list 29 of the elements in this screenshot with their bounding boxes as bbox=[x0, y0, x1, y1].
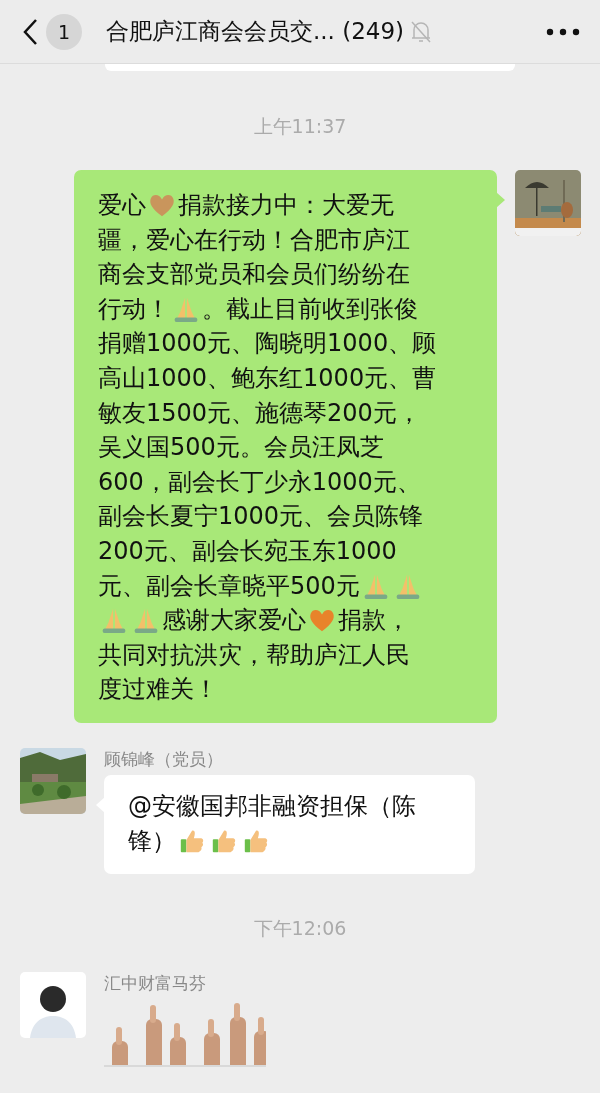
message-text: 副会长夏宁1000元、会员陈锋 bbox=[98, 501, 424, 533]
message-text: @安徽国邦非融资担保（陈 bbox=[128, 790, 416, 822]
message-text: 锋） bbox=[128, 825, 176, 857]
more-icon[interactable] bbox=[546, 27, 580, 36]
message-text: 疆，爱心在行动！合肥市庐江 bbox=[98, 224, 410, 256]
message-text: 高山1000、鲍东红1000元、曹 bbox=[98, 362, 437, 394]
message-text: 200元、副会长宛玉东1000 bbox=[98, 535, 397, 567]
message-text: 行动！ bbox=[98, 293, 170, 325]
message-text: 度过难关！ bbox=[98, 674, 218, 706]
message-text: 600，副会长丁少永1000元、 bbox=[98, 466, 421, 498]
sender-name: 顾锦峰（党员） bbox=[104, 747, 224, 771]
message-text: 。截止目前收到张俊 bbox=[202, 293, 418, 325]
sender-name: 汇中财富马芬 bbox=[104, 972, 207, 996]
message-text: 捐款接力中：大爱无 bbox=[178, 190, 394, 221]
chat-title: 合肥庐江商会会员交... (249) bbox=[106, 17, 405, 46]
message-text: 共同对抗洪灾，帮助庐江人民 bbox=[98, 639, 410, 671]
message-text: 捐赠1000元、陶晓明1000、顾 bbox=[98, 328, 437, 360]
message-text: 爱心 bbox=[98, 190, 146, 221]
message-text: 感谢大家爱心 bbox=[162, 605, 306, 637]
message-text: 商会支部党员和会员们纷纷在 bbox=[98, 259, 410, 291]
avatar[interactable] bbox=[20, 972, 86, 1039]
unread-count: 1 bbox=[46, 13, 82, 50]
message-text: 捐款， bbox=[338, 605, 410, 637]
message-text: 敏友1500元、施德琴200元， bbox=[98, 397, 421, 429]
timestamp: 上午11:37 bbox=[253, 114, 347, 139]
message-text: 吴义国500元。会员汪凤芝 bbox=[98, 432, 384, 464]
back-icon[interactable] bbox=[22, 17, 38, 46]
timestamp: 下午12:06 bbox=[253, 916, 347, 942]
message-text: 元、副会长章晓平500元 bbox=[98, 570, 360, 602]
